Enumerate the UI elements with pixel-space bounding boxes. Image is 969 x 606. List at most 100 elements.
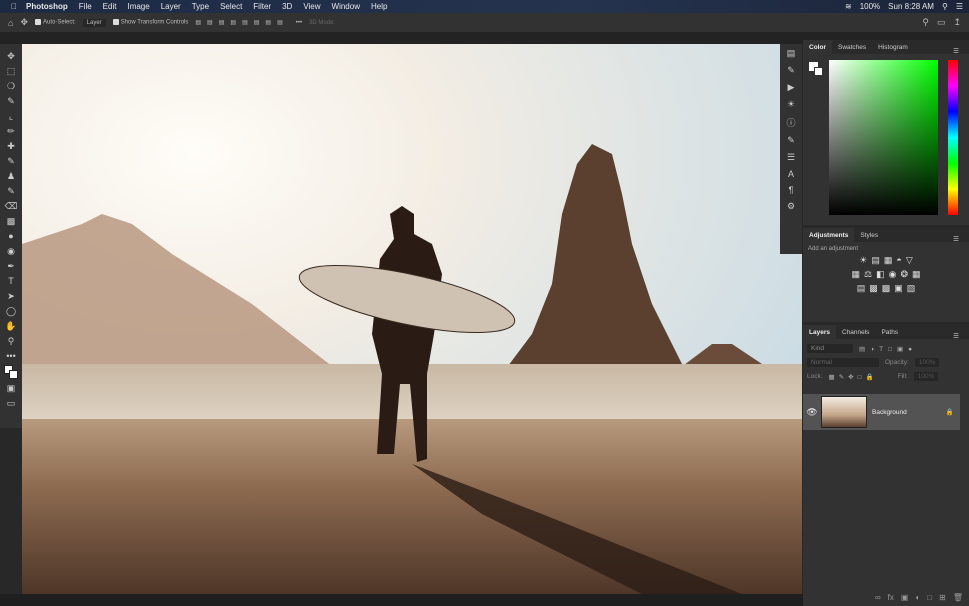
blend-mode-select[interactable]: Normal	[807, 358, 879, 367]
workspace-icon[interactable]: ▭	[937, 17, 946, 28]
menu-view[interactable]: View	[303, 2, 320, 11]
path-select-icon[interactable]: ➤	[7, 290, 15, 302]
color-swatches-icon[interactable]	[4, 365, 18, 379]
dodge-icon[interactable]: ◉	[7, 245, 15, 257]
info-icon[interactable]: ⓘ	[786, 116, 795, 129]
group-icon[interactable]: □	[927, 593, 932, 602]
type-tool-icon[interactable]: T	[8, 275, 14, 287]
pen-tool-icon[interactable]: ✒	[7, 260, 15, 272]
new-layer-icon[interactable]: ⊞	[939, 593, 946, 602]
brightness-icon[interactable]: ☀	[859, 255, 867, 266]
move-tool-icon[interactable]: ✥	[20, 17, 28, 28]
layer-row[interactable]: 👁 Background 🔒	[803, 394, 960, 430]
battery-label[interactable]: 100%	[860, 2, 880, 11]
layer-name[interactable]: Background	[872, 409, 946, 416]
gradient-map-icon[interactable]: ▧	[907, 283, 916, 294]
properties-icon[interactable]: ☰	[787, 152, 795, 163]
curves-icon[interactable]: ▦	[884, 255, 893, 266]
clock[interactable]: Sun 8:28 AM	[888, 2, 934, 11]
exposure-icon[interactable]: ◓	[896, 255, 901, 266]
color-field[interactable]	[829, 60, 938, 215]
vibrance-icon[interactable]: ▽	[906, 255, 913, 266]
panel-menu-icon[interactable]: ☰	[947, 231, 965, 247]
glyphs-icon[interactable]: ⚙	[787, 201, 795, 212]
channel-mixer-icon[interactable]: ❂	[900, 269, 908, 280]
tab-swatches[interactable]: Swatches	[832, 40, 872, 54]
menu-3d[interactable]: 3D	[282, 2, 292, 11]
fg-bg-swatch[interactable]	[809, 62, 823, 76]
tab-adjustments[interactable]: Adjustments	[803, 228, 854, 242]
color-lookup-icon[interactable]: ▦	[912, 269, 921, 280]
threshold-icon[interactable]: ▩	[882, 283, 891, 294]
hue-slider[interactable]	[948, 60, 958, 215]
eyedropper-icon[interactable]: ✏	[7, 125, 15, 137]
share-icon[interactable]: ↥	[953, 17, 961, 28]
black-white-icon[interactable]: ◧	[876, 269, 885, 280]
trash-icon[interactable]: 🗑	[953, 593, 963, 602]
invert-icon[interactable]: ▤	[857, 283, 866, 294]
layer-select[interactable]: Layer	[83, 19, 106, 27]
move-tool-icon[interactable]: ✥	[7, 50, 15, 62]
quick-select-icon[interactable]: ✎	[7, 95, 15, 107]
levels-icon[interactable]: ▤	[871, 255, 880, 266]
lasso-tool-icon[interactable]: ❍	[7, 80, 15, 92]
photo-filter-icon[interactable]: ◉	[889, 269, 897, 280]
stamp-tool-icon[interactable]: ♟	[7, 170, 15, 182]
crop-tool-icon[interactable]: ⌞	[9, 110, 13, 122]
home-icon[interactable]: ⌂	[8, 18, 13, 28]
lock-icons[interactable]: ▦✎✥□🔒	[829, 373, 878, 381]
quick-mask-icon[interactable]: ▣	[7, 382, 16, 394]
menu-edit[interactable]: Edit	[103, 2, 117, 11]
adjustment-layer-icon[interactable]: ◐	[915, 593, 920, 602]
actions-play-icon[interactable]: ▶	[788, 82, 795, 93]
healing-brush-icon[interactable]: ✚	[7, 140, 15, 152]
tab-color[interactable]: Color	[803, 40, 832, 54]
character-icon[interactable]: A	[788, 169, 794, 179]
shape-tool-icon[interactable]: ◯	[6, 305, 16, 317]
auto-select-checkbox[interactable]: Auto-Select:	[35, 19, 76, 26]
more-icon[interactable]: •••	[296, 20, 302, 26]
menu-app[interactable]: Photoshop	[26, 2, 68, 11]
marquee-tool-icon[interactable]: ⬚	[7, 65, 16, 77]
gradient-icon[interactable]: ▩	[7, 215, 16, 227]
align-icons[interactable]: ▤▤▤▤▤▤▤▤	[195, 19, 288, 26]
menu-file[interactable]: File	[79, 2, 92, 11]
link-icon[interactable]: ∞	[875, 593, 881, 602]
history-brush-icon[interactable]: ✎	[7, 185, 15, 197]
spotlight-icon[interactable]: ⚲	[942, 2, 948, 11]
hue-sat-icon[interactable]: ▦	[851, 269, 860, 280]
apple-icon[interactable]: 	[11, 2, 17, 11]
zoom-tool-icon[interactable]: ⚲	[8, 335, 15, 347]
tab-paths[interactable]: Paths	[875, 325, 904, 339]
tab-styles[interactable]: Styles	[854, 228, 884, 242]
visibility-eye-icon[interactable]: 👁	[803, 407, 821, 418]
search-icon[interactable]: ⚲	[922, 17, 929, 28]
fx-icon[interactable]: fx	[888, 593, 894, 602]
blur-icon[interactable]: ●	[8, 230, 13, 242]
more-tools-icon[interactable]: •••	[6, 350, 15, 362]
hand-tool-icon[interactable]: ✋	[5, 320, 16, 332]
brushes-icon[interactable]: ✎	[787, 135, 795, 146]
screen-mode-icon[interactable]: ▭	[7, 397, 16, 409]
menu-type[interactable]: Type	[192, 2, 209, 11]
filter-icons[interactable]: ▤◑T□▣●	[859, 345, 917, 353]
menu-list-icon[interactable]: ☰	[956, 2, 963, 11]
fill-input[interactable]: 100%	[914, 372, 939, 381]
menu-layer[interactable]: Layer	[161, 2, 181, 11]
paragraph-icon[interactable]: ¶	[789, 185, 794, 195]
show-transform-checkbox[interactable]: Show Transform Controls	[113, 19, 189, 26]
tab-channels[interactable]: Channels	[836, 325, 875, 339]
menu-select[interactable]: Select	[220, 2, 242, 11]
mask-icon[interactable]: ▣	[901, 593, 909, 602]
eraser-icon[interactable]: ⌫	[5, 200, 18, 212]
menu-filter[interactable]: Filter	[253, 2, 271, 11]
brush-settings-icon[interactable]: ✎	[787, 65, 795, 76]
tab-histogram[interactable]: Histogram	[872, 40, 914, 54]
posterize-icon[interactable]: ▩	[869, 283, 878, 294]
layer-filter-select[interactable]: Kind	[807, 344, 853, 353]
color-balance-icon[interactable]: ⚖	[864, 269, 872, 280]
tab-layers[interactable]: Layers	[803, 325, 836, 339]
selective-color-icon[interactable]: ▣	[894, 283, 903, 294]
history-icon[interactable]: ▤	[787, 48, 796, 59]
wifi-icon[interactable]: ≋	[845, 2, 852, 11]
